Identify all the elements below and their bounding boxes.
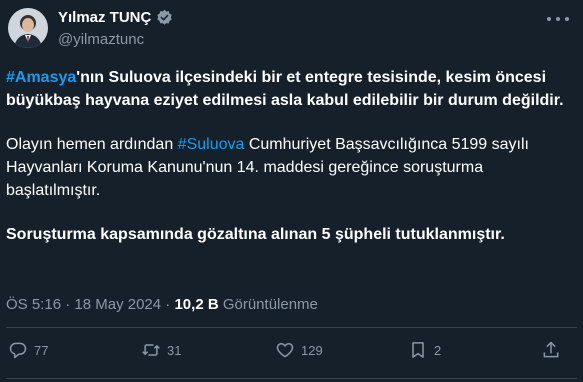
tweet-text: #Amasya'nın Suluova ilçesindeki bir et e…	[6, 66, 576, 267]
divider	[6, 378, 577, 379]
tweet-meta: ÖS 5:16 · 18 May 2024 · 10,2 B Görüntüle…	[6, 296, 318, 313]
reply-count: 77	[34, 342, 49, 358]
share-button[interactable]	[541, 340, 561, 360]
reply-icon	[9, 342, 27, 359]
handle[interactable]: @yilmaztunc	[58, 31, 144, 48]
paragraph-3: Soruşturma kapsamında gözaltına alınan 5…	[6, 226, 505, 243]
verified-badge-icon	[156, 9, 173, 26]
paragraph-2-before: Olayın hemen ardından	[6, 136, 178, 153]
bookmark-button[interactable]: 2	[408, 340, 441, 360]
avatar[interactable]	[8, 8, 48, 48]
share-icon	[543, 341, 559, 358]
tweet-header: Yılmaz TUNÇ @yilmaztunc	[0, 0, 583, 56]
paragraph-1: #Amasya'nın Suluova ilçesindeki bir et e…	[6, 66, 576, 112]
hashtag-suluova[interactable]: #Suluova	[178, 136, 245, 153]
heart-icon	[276, 343, 294, 358]
hashtag-amasya[interactable]: #Amasya	[6, 69, 76, 86]
tweet-time[interactable]: ÖS 5:16	[6, 296, 61, 313]
paragraph-1-text: 'nın Suluova ilçesindeki bir et entegre …	[6, 69, 564, 109]
display-name[interactable]: Yılmaz TUNÇ	[58, 9, 151, 26]
action-bar: 77 31 129 2	[0, 340, 583, 374]
meta-separator: ·	[61, 296, 75, 313]
views-count: 10,2 B	[174, 296, 219, 313]
tweet-date[interactable]: 18 May 2024	[74, 296, 161, 313]
name-row: Yılmaz TUNÇ	[58, 9, 173, 26]
meta-separator: ·	[161, 296, 175, 313]
more-icon[interactable]	[547, 11, 569, 27]
retweet-count: 31	[167, 342, 182, 358]
bookmark-icon	[412, 342, 424, 358]
reply-button[interactable]: 77	[8, 340, 48, 360]
retweet-icon	[142, 344, 160, 356]
like-button[interactable]: 129	[275, 340, 323, 360]
tweet: Yılmaz TUNÇ @yilmaztunc #Amasya'nın Sulu…	[0, 0, 583, 382]
paragraph-2: Olayın hemen ardından #Suluova Cumhuriye…	[6, 133, 576, 202]
bookmark-count: 2	[434, 342, 442, 358]
retweet-button[interactable]: 31	[141, 340, 181, 360]
views-label: Görüntülenme	[218, 296, 318, 313]
like-count: 129	[301, 342, 323, 358]
divider	[6, 327, 577, 328]
